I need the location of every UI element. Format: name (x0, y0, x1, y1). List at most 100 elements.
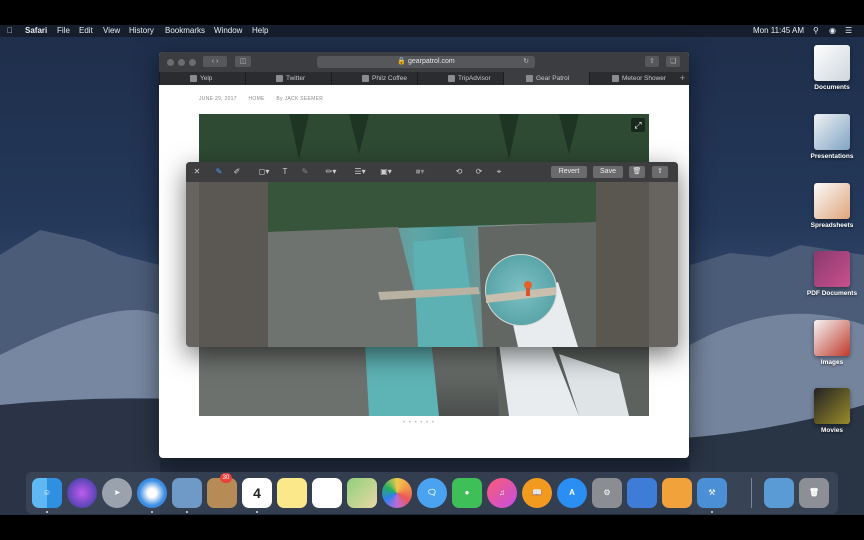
markup-editor: ✕ ✎ ✐ ◻▾ T ✎ ✏▾ ☰▾ ▣▾ ■▾ ⟲ ⟳ ⌖ Revert Sa… (186, 162, 678, 347)
tab-label: TripAdvisor (458, 75, 491, 82)
reminders-icon[interactable] (312, 478, 342, 508)
running-indicator (256, 511, 258, 513)
stack-label: Spreadsheets (810, 222, 854, 229)
tab-twitter[interactable]: Twitter (245, 72, 331, 85)
menubar-clock[interactable]: Mon 11:45 AM (753, 25, 804, 37)
magnifier-loupe[interactable] (485, 254, 557, 326)
calendar-icon[interactable]: 4 (242, 478, 272, 508)
tab-yelp[interactable]: Yelp (159, 72, 245, 85)
menu-view[interactable]: View (103, 25, 120, 37)
carousel-dots[interactable]: • • • • • • (403, 420, 435, 426)
stack-presentations[interactable]: Presentations (802, 114, 862, 160)
text-icon[interactable]: T (278, 166, 292, 178)
article-section[interactable]: HOME (249, 96, 265, 102)
stack-documents[interactable]: Documents (802, 45, 862, 91)
tab-gear-patrol[interactable]: Gear Patrol (503, 72, 589, 85)
trash-icon[interactable]: 🗑 (629, 166, 645, 178)
show-tabs-icon[interactable]: ❏ (666, 56, 680, 67)
running-indicator (711, 511, 713, 513)
stack-spreadsheets[interactable]: Spreadsheets (802, 183, 862, 229)
article-date: JUNE 29, 2017 (199, 96, 237, 102)
stack-label: Images (820, 359, 844, 366)
dock: ☺ ➤ ✦ 4 🗨 ● ♫ 📖 A ⚙ ⚒ 🗑 30 (26, 472, 838, 514)
documents-stack-icon (814, 45, 850, 81)
tab-tripadvisor[interactable]: TripAdvisor (417, 72, 503, 85)
minimize-window-button[interactable] (178, 59, 185, 66)
safari-dock-icon[interactable]: ✦ (137, 478, 167, 508)
keynote-icon[interactable] (627, 478, 657, 508)
apple-icon[interactable]:  (7, 25, 13, 37)
line-style-icon[interactable]: ☰▾ (350, 166, 370, 178)
tab-label: Gear Patrol (536, 75, 570, 82)
stack-label: Movies (820, 427, 844, 434)
stack-movies[interactable]: Movies (802, 388, 862, 434)
rotate-right-icon[interactable]: ⟳ (472, 166, 486, 178)
menu-app-name[interactable]: Safari (25, 25, 47, 37)
zoom-window-button[interactable] (189, 59, 196, 66)
menu-edit[interactable]: Edit (79, 25, 93, 37)
expand-icon[interactable]: ⤢ (631, 118, 645, 132)
address-bar[interactable]: 🔒 gearpatrol.com (317, 56, 535, 68)
tab-label: Twitter (286, 75, 306, 82)
menu-file[interactable]: File (57, 25, 70, 37)
article-byline[interactable]: By JACK SEEMER (276, 96, 323, 102)
rotate-left-icon[interactable]: ⟲ (452, 166, 466, 178)
lock-icon: 🔒 (397, 58, 407, 65)
pages-icon[interactable] (662, 478, 692, 508)
reload-icon[interactable]: ↻ (519, 56, 533, 67)
shapes-icon[interactable]: ◻▾ (254, 166, 274, 178)
tab-label: Yelp (200, 75, 213, 82)
maps-icon[interactable] (347, 478, 377, 508)
magnified-hiker (486, 281, 556, 303)
new-tab-icon[interactable]: + (680, 72, 685, 85)
facetime-icon[interactable]: ● (452, 478, 482, 508)
signature-icon[interactable]: ✏▾ (320, 166, 342, 178)
xcode-icon[interactable]: ⚒ (697, 478, 727, 508)
menu-bar:  Safari File Edit View History Bookmark… (0, 25, 864, 37)
back-forward-buttons[interactable]: ‹ › (203, 56, 227, 67)
menu-help[interactable]: Help (252, 25, 268, 37)
meteor-favicon-icon (612, 74, 619, 82)
trash-icon[interactable]: 🗑 (799, 478, 829, 508)
menu-window[interactable]: Window (214, 25, 242, 37)
share-icon[interactable]: ⇧ (652, 166, 668, 178)
draw-icon[interactable]: ✐ (230, 166, 244, 178)
downloads-folder-icon[interactable] (764, 478, 794, 508)
notification-center-icon[interactable]: ☰ (845, 25, 852, 37)
sidebar-icon[interactable]: ◫ (235, 56, 251, 67)
presentations-stack-icon (814, 114, 850, 150)
siri-icon[interactable]: ◉ (829, 25, 836, 37)
ibooks-icon[interactable]: 📖 (522, 478, 552, 508)
spotlight-search-icon[interactable]: ⚲ (813, 25, 819, 37)
tab-philz-coffee[interactable]: Philz Coffee (331, 72, 417, 85)
photo-stamps-icon[interactable] (172, 478, 202, 508)
itunes-icon[interactable]: ♫ (487, 478, 517, 508)
share-icon[interactable]: ⇧ (645, 56, 659, 67)
crop-icon[interactable]: ⌖ (492, 166, 506, 178)
menu-history[interactable]: History (129, 25, 154, 37)
launchpad-icon[interactable]: ➤ (102, 478, 132, 508)
tab-meteor-shower[interactable]: Meteor Shower (589, 72, 675, 85)
close-markup-icon[interactable]: ✕ (192, 166, 202, 178)
siri-dock-icon[interactable] (67, 478, 97, 508)
stack-images[interactable]: Images (802, 320, 862, 366)
markup-toolbar: ✕ ✎ ✐ ◻▾ T ✎ ✏▾ ☰▾ ▣▾ ■▾ ⟲ ⟳ ⌖ Revert Sa… (186, 162, 678, 182)
finder-icon[interactable]: ☺ (32, 478, 62, 508)
highlight-icon[interactable]: ✎ (298, 166, 312, 178)
messages-icon[interactable]: 🗨 (417, 478, 447, 508)
photos-icon[interactable] (382, 478, 412, 508)
revert-button[interactable]: Revert (551, 166, 587, 178)
markup-canvas-image[interactable] (268, 182, 596, 347)
notes-icon[interactable] (277, 478, 307, 508)
stack-pdf-documents[interactable]: PDF Documents (802, 251, 862, 297)
border-color-icon[interactable]: ▣▾ (376, 166, 396, 178)
calendar-day: 4 (253, 485, 261, 501)
safari-titlebar: ‹ › ◫ 🔒 gearpatrol.com ↻ ⇧ ❏ (159, 52, 689, 72)
system-preferences-icon[interactable]: ⚙ (592, 478, 622, 508)
sketch-icon[interactable]: ✎ (212, 166, 226, 178)
app-store-icon[interactable]: A (557, 478, 587, 508)
fill-color-icon[interactable]: ■▾ (400, 166, 440, 178)
menu-bookmarks[interactable]: Bookmarks (165, 25, 205, 37)
save-button[interactable]: Save (593, 166, 623, 178)
close-window-button[interactable] (167, 59, 174, 66)
